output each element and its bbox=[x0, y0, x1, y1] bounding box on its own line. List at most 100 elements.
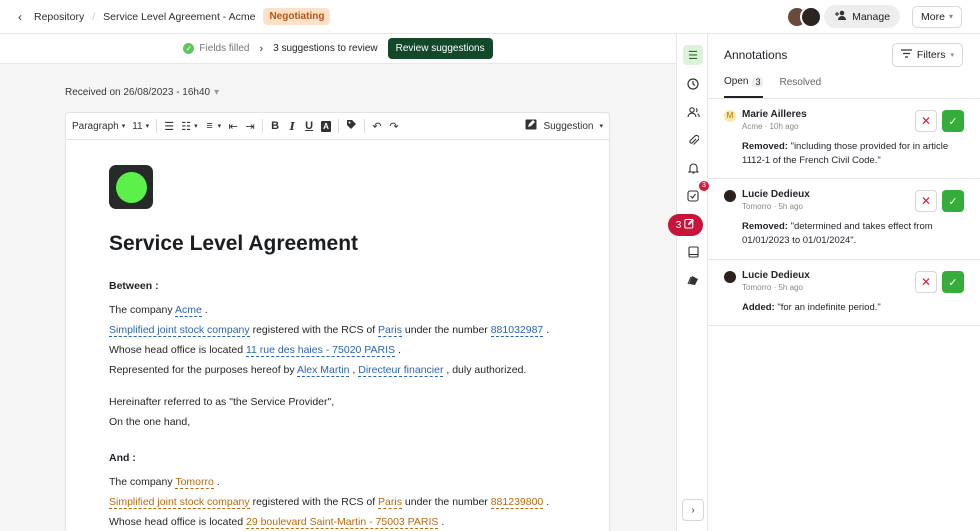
text: , duly authorized. bbox=[443, 364, 527, 376]
tab-open-label: Open bbox=[724, 76, 749, 87]
annotation-card[interactable]: Lucie Dedieux Tomorro · 5h ago ✕ ✓ Added… bbox=[708, 260, 980, 326]
document-area: Received on 26/08/2023 - 16h40 ▾ Paragra… bbox=[0, 64, 676, 531]
chevron-down-icon: ▾ bbox=[145, 123, 150, 130]
party2-registration-line: Simplified joint stock company registere… bbox=[109, 492, 566, 512]
author-name: Marie Ailleres bbox=[742, 109, 807, 120]
text: Whose head office is located bbox=[109, 344, 246, 356]
bold-icon[interactable]: B bbox=[270, 120, 280, 132]
tab-resolved-label: Resolved bbox=[779, 77, 822, 88]
bullet-list-icon[interactable]: ☰ bbox=[164, 120, 174, 133]
indent-icon[interactable]: ⇥ bbox=[245, 120, 255, 133]
documents-stack-icon[interactable] bbox=[683, 270, 703, 290]
users-icon[interactable] bbox=[683, 102, 703, 122]
text: . bbox=[438, 516, 445, 528]
undo-icon[interactable]: ↶ bbox=[372, 120, 382, 133]
close-icon: ✕ bbox=[920, 275, 932, 289]
text: under the number bbox=[401, 324, 491, 336]
fields-label: Fields filled bbox=[199, 43, 250, 54]
suggestion-edit-icon bbox=[525, 119, 537, 133]
chevron-right-icon: › bbox=[259, 42, 264, 55]
tag-icon[interactable] bbox=[346, 119, 357, 133]
tab-open[interactable]: Open 3 bbox=[724, 76, 764, 98]
suggestions-rail-button[interactable]: 3 bbox=[668, 214, 703, 236]
change-type: Removed: bbox=[742, 221, 788, 232]
text: . bbox=[543, 496, 550, 508]
field-city[interactable]: Paris bbox=[378, 324, 402, 337]
more-label: More bbox=[921, 10, 945, 23]
avatar bbox=[724, 190, 736, 202]
tab-resolved[interactable]: Resolved bbox=[779, 76, 821, 98]
party1-office-line: Whose head office is located 11 rue des … bbox=[109, 340, 566, 360]
chevron-right-icon: › bbox=[691, 504, 695, 516]
suggestion-mode-select[interactable]: Suggestion ▾ bbox=[525, 119, 603, 133]
field-representative[interactable]: Alex Martin bbox=[296, 364, 350, 377]
back-arrow-icon[interactable]: ‹ bbox=[18, 10, 22, 24]
field-legal-form[interactable]: Simplified joint stock company bbox=[109, 496, 250, 509]
manage-button[interactable]: Manage bbox=[824, 5, 901, 28]
italic-icon[interactable]: I bbox=[287, 120, 297, 133]
annotation-card[interactable]: M Marie Ailleres Acme · 10h ago ✕ ✓ Remo… bbox=[708, 99, 980, 179]
check-icon: ✓ bbox=[948, 195, 958, 208]
align-select[interactable]: ≡ ▾ bbox=[205, 120, 221, 132]
party2-company-line: The company Tomorro . bbox=[109, 472, 566, 492]
text: Whose head office is located bbox=[109, 516, 246, 528]
field-city[interactable]: Paris bbox=[378, 496, 402, 509]
field-address[interactable]: 29 boulevard Saint-Martin - 75003 PARIS bbox=[245, 516, 439, 529]
text: . bbox=[213, 476, 220, 488]
outdent-icon[interactable]: ⇤ bbox=[228, 120, 238, 133]
tasks-checkbox-icon[interactable]: 3 bbox=[683, 181, 709, 206]
header-actions: Manage More ▾ bbox=[786, 5, 962, 28]
font-size-label: 11 bbox=[132, 120, 143, 132]
suggestions-count: 3 bbox=[675, 219, 682, 231]
more-button[interactable]: More ▾ bbox=[912, 5, 962, 28]
reject-button[interactable]: ✕ bbox=[915, 110, 937, 132]
review-suggestions-button[interactable]: Review suggestions bbox=[387, 38, 493, 59]
history-clock-icon[interactable] bbox=[683, 74, 703, 94]
party1-company-line: The company Acme . bbox=[109, 300, 566, 320]
accept-button[interactable]: ✓ bbox=[942, 271, 964, 293]
author-name: Lucie Dedieux bbox=[742, 189, 810, 200]
annotation-card[interactable]: Lucie Dedieux Tomorro · 5h ago ✕ ✓ Remov… bbox=[708, 179, 980, 260]
document-page[interactable]: Service Level Agreement Between : The co… bbox=[65, 140, 610, 531]
filters-button[interactable]: Filters ▾ bbox=[891, 43, 963, 67]
hereinafter-line: Hereinafter referred to as "the Service … bbox=[109, 396, 335, 408]
text-color-icon[interactable]: A bbox=[321, 120, 331, 132]
breadcrumb-document: Service Level Agreement - Acme bbox=[103, 10, 256, 23]
field-representative-title[interactable]: Directeur financier bbox=[358, 364, 444, 377]
numbered-list-select[interactable]: ☷ ▾ bbox=[181, 120, 197, 133]
annotation-text: Added: "for an indefinite period." bbox=[724, 301, 964, 315]
field-address[interactable]: 11 rue des haies - 75020 PARIS bbox=[245, 344, 396, 357]
expand-panel-button[interactable]: › bbox=[682, 499, 704, 521]
accept-button[interactable]: ✓ bbox=[942, 190, 964, 212]
avatar: M bbox=[724, 110, 736, 122]
annotation-text: Removed: "determined and takes effect fr… bbox=[724, 220, 964, 248]
breadcrumb-repository[interactable]: Repository bbox=[34, 11, 84, 23]
paperclip-icon[interactable] bbox=[683, 130, 703, 150]
author-meta: Acme · 10h ago bbox=[742, 122, 799, 131]
received-dropdown[interactable]: Received on 26/08/2023 - 16h40 ▾ bbox=[65, 87, 219, 98]
paragraph-style-select[interactable]: Paragraph ▾ bbox=[72, 121, 125, 132]
align-left-icon: ≡ bbox=[206, 120, 213, 132]
field-company[interactable]: Tomorro bbox=[175, 476, 214, 489]
field-company[interactable]: Acme bbox=[174, 304, 202, 317]
field-registration-number[interactable]: 881239800 bbox=[490, 496, 544, 509]
chevron-down-icon: ▾ bbox=[599, 123, 603, 130]
paragraph-label: Paragraph bbox=[72, 120, 119, 132]
field-legal-form[interactable]: Simplified joint stock company bbox=[109, 324, 250, 337]
annotation-actions: ✕ ✓ bbox=[915, 190, 964, 212]
field-registration-number[interactable]: 881032987 bbox=[490, 324, 544, 337]
book-icon[interactable] bbox=[683, 242, 703, 262]
text: under the number bbox=[401, 496, 491, 508]
underline-icon[interactable]: U bbox=[304, 120, 314, 132]
reject-button[interactable]: ✕ bbox=[915, 271, 937, 293]
font-size-select[interactable]: 11 ▾ bbox=[132, 121, 149, 132]
panel-title: Annotations bbox=[724, 48, 788, 62]
collaborator-avatars[interactable] bbox=[786, 5, 823, 28]
reject-button[interactable]: ✕ bbox=[915, 190, 937, 212]
change-type: Added: bbox=[742, 302, 775, 313]
bell-icon[interactable] bbox=[683, 158, 703, 178]
chevron-down-icon: ▾ bbox=[121, 123, 126, 130]
annotations-list-icon[interactable]: ☰ bbox=[683, 45, 703, 65]
accept-button[interactable]: ✓ bbox=[942, 110, 964, 132]
redo-icon[interactable]: ↷ bbox=[389, 120, 399, 133]
